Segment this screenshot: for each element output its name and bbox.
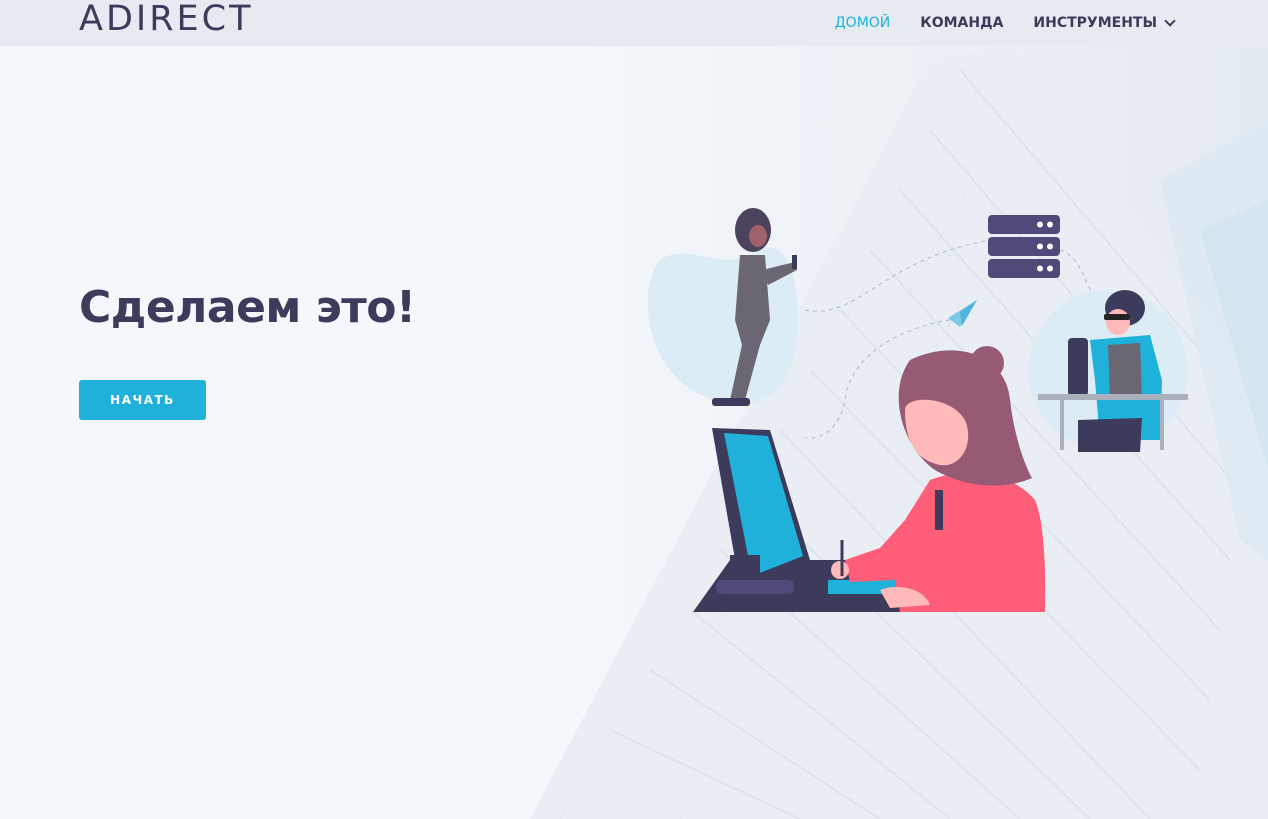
nav-item-home-label: ДОМОЙ [834, 15, 891, 31]
woman-with-phone-figure [647, 208, 798, 406]
nav-item-team[interactable]: КОМАНДА [920, 15, 1003, 31]
hero-title: Сделаем это! [79, 282, 416, 333]
team-at-work-illustration [647, 208, 1188, 612]
nav-item-home[interactable]: ДОМОЙ [835, 15, 891, 31]
chevron-down-icon [1164, 15, 1176, 27]
server-icon [988, 215, 1060, 278]
top-navbar: ADIRECT ДОМОЙ КОМАНДА ИНСТРУМЕНТЫ [0, 0, 1268, 46]
nav-item-tools[interactable]: ИНСТРУМЕНТЫ [1033, 15, 1176, 31]
nav-item-team-label: КОМАНДА [920, 15, 1004, 31]
main-nav: ДОМОЙ КОМАНДА ИНСТРУМЕНТЫ [805, 0, 1176, 46]
page: ADIRECT ДОМОЙ КОМАНДА ИНСТРУМЕНТЫ Сделае… [0, 0, 1268, 819]
nav-item-tools-label: ИНСТРУМЕНТЫ [1033, 15, 1157, 31]
man-at-desk-figure [1028, 290, 1188, 452]
logo[interactable]: ADIRECT [79, 0, 253, 42]
paper-plane-icon [948, 300, 977, 327]
start-button[interactable]: НАЧАТЬ [79, 380, 206, 420]
